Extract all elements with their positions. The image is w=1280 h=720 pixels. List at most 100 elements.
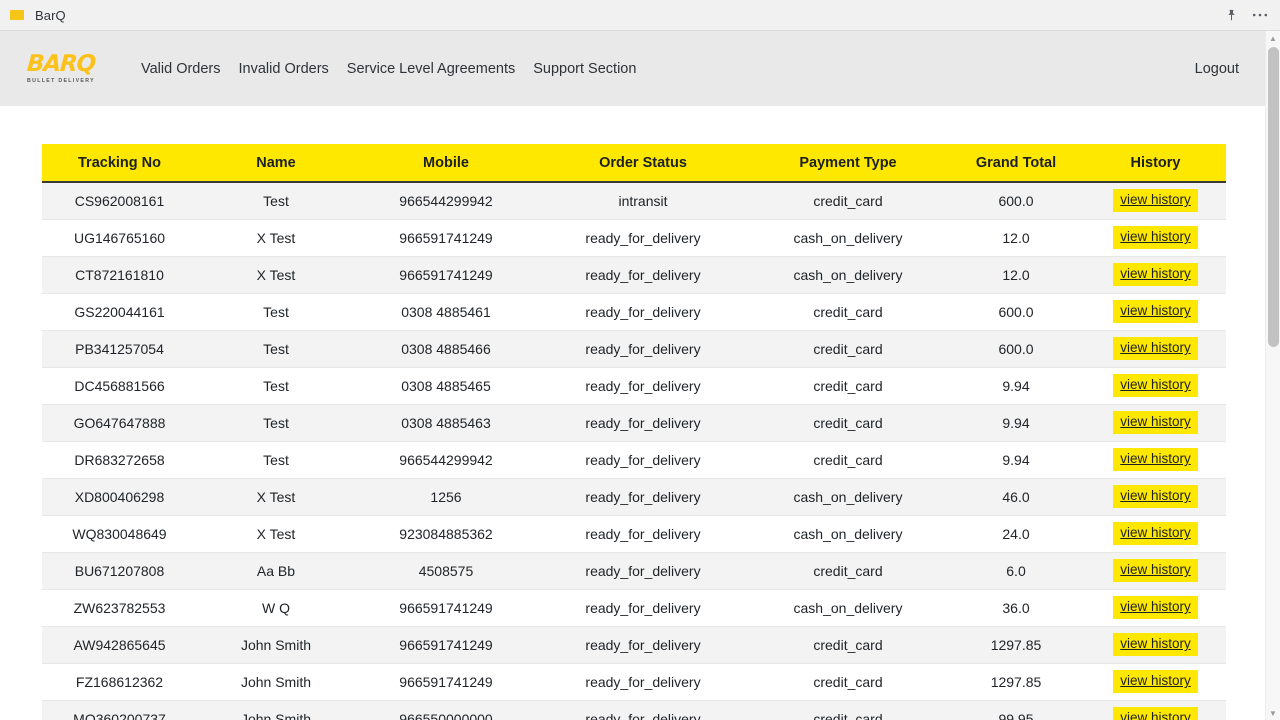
nav-item-valid-orders[interactable]: Valid Orders xyxy=(132,55,230,83)
cell-history: view history xyxy=(1085,477,1226,515)
brand-logo[interactable]: BARQ BULLET DELIVERY xyxy=(20,51,102,84)
column-header-tracking-no: Tracking No xyxy=(42,144,197,183)
cell-history: view history xyxy=(1085,403,1226,441)
cell-tracking-no: GO647647888 xyxy=(42,403,197,441)
cell-history: view history xyxy=(1085,218,1226,256)
scrollbar-thumb[interactable] xyxy=(1268,47,1279,347)
cell-mobile: 966591741249 xyxy=(355,218,537,256)
cell-tracking-no: ZW623782553 xyxy=(42,588,197,626)
cell-payment-type: cash_on_delivery xyxy=(749,588,947,626)
table-row: DC456881566 Test 0308 4885465 ready_for_del… xyxy=(42,366,1226,404)
view-history-link[interactable]: view history xyxy=(1113,189,1198,212)
cell-name: Test xyxy=(197,366,355,404)
cell-name: Test xyxy=(197,440,355,478)
cell-mobile: 0308 4885463 xyxy=(355,403,537,441)
logout-link[interactable]: Logout xyxy=(1193,55,1241,83)
cell-history: view history xyxy=(1085,329,1226,367)
view-history-link[interactable]: view history xyxy=(1113,263,1198,286)
column-header-mobile: Mobile xyxy=(355,144,537,183)
cell-grand-total: 1297.85 xyxy=(947,662,1085,700)
cell-name: W Q xyxy=(197,588,355,626)
cell-grand-total: 46.0 xyxy=(947,477,1085,515)
cell-tracking-no: BU671207808 xyxy=(42,551,197,589)
cell-history: view history xyxy=(1085,662,1226,700)
cell-history: view history xyxy=(1085,551,1226,589)
cell-tracking-no: FZ168612362 xyxy=(42,662,197,700)
view-history-link[interactable]: view history xyxy=(1113,300,1198,323)
cell-history: view history xyxy=(1085,699,1226,720)
window-title: BarQ xyxy=(35,7,66,23)
cell-mobile: 0308 4885465 xyxy=(355,366,537,404)
cell-payment-type: credit_card xyxy=(749,403,947,441)
cell-tracking-no: MO360200737 xyxy=(42,699,197,720)
cell-name: John Smith xyxy=(197,625,355,663)
cell-name: X Test xyxy=(197,255,355,293)
nav-item-invalid-orders[interactable]: Invalid Orders xyxy=(230,55,338,83)
nav-item-service-level-agreements[interactable]: Service Level Agreements xyxy=(338,55,524,83)
header-right-group: Logout xyxy=(1193,60,1241,78)
cell-grand-total: 600.0 xyxy=(947,292,1085,330)
view-history-link[interactable]: view history xyxy=(1113,337,1198,360)
cell-tracking-no: PB341257054 xyxy=(42,329,197,367)
cell-order-status: ready_for_delivery xyxy=(537,366,749,404)
cell-order-status: ready_for_delivery xyxy=(537,699,749,720)
cell-grand-total: 600.0 xyxy=(947,329,1085,367)
cell-payment-type: credit_card xyxy=(749,329,947,367)
cell-mobile: 966591741249 xyxy=(355,662,537,700)
view-history-link[interactable]: view history xyxy=(1113,374,1198,397)
cell-payment-type: credit_card xyxy=(749,366,947,404)
app-logo-icon xyxy=(10,10,24,20)
view-history-link[interactable]: view history xyxy=(1113,633,1198,656)
orders-table-body: CS962008161 Test 966544299942 intransit cred… xyxy=(42,181,1226,720)
cell-name: Test xyxy=(197,292,355,330)
table-row: XD800406298 X Test 1256 ready_for_delivery c… xyxy=(42,477,1226,515)
cell-grand-total: 36.0 xyxy=(947,588,1085,626)
cell-tracking-no: AW942865645 xyxy=(42,625,197,663)
cell-history: view history xyxy=(1085,514,1226,552)
table-row: PB341257054 Test 0308 4885466 ready_for_del… xyxy=(42,329,1226,367)
cell-mobile: 966550000000 xyxy=(355,699,537,720)
view-history-link[interactable]: view history xyxy=(1113,559,1198,582)
cell-tracking-no: DR683272658 xyxy=(42,440,197,478)
table-header-row: Tracking No Name Mobile Order Status Pay… xyxy=(42,144,1226,183)
table-row: AW942865645 John Smith 966591741249 ready_f… xyxy=(42,625,1226,663)
table-row: CS962008161 Test 966544299942 intransit cred… xyxy=(42,181,1226,219)
view-history-link[interactable]: view history xyxy=(1113,226,1198,249)
view-history-link[interactable]: view history xyxy=(1113,411,1198,434)
scroll-up-arrow-icon[interactable]: ▲ xyxy=(1266,31,1280,45)
orders-table-head: Tracking No Name Mobile Order Status Pay… xyxy=(42,144,1226,183)
view-history-link[interactable]: view history xyxy=(1113,522,1198,545)
cell-history: view history xyxy=(1085,255,1226,293)
view-history-link[interactable]: view history xyxy=(1113,448,1198,471)
pin-icon[interactable] xyxy=(1225,8,1238,22)
nav-item-support-section[interactable]: Support Section xyxy=(524,55,645,83)
cell-grand-total: 600.0 xyxy=(947,181,1085,219)
cell-history: view history xyxy=(1085,625,1226,663)
view-history-link[interactable]: view history xyxy=(1113,485,1198,508)
cell-history: view history xyxy=(1085,181,1226,219)
view-history-link[interactable]: view history xyxy=(1113,670,1198,693)
cell-payment-type: credit_card xyxy=(749,699,947,720)
cell-tracking-no: CT872161810 xyxy=(42,255,197,293)
table-row: WQ830048649 X Test 923084885362 ready_for_d… xyxy=(42,514,1226,552)
cell-mobile: 966544299942 xyxy=(355,440,537,478)
table-row: UG146765160 X Test 966591741249 ready_for_d… xyxy=(42,218,1226,256)
cell-tracking-no: DC456881566 xyxy=(42,366,197,404)
cell-grand-total: 9.94 xyxy=(947,440,1085,478)
scroll-down-arrow-icon[interactable]: ▼ xyxy=(1266,706,1280,720)
view-history-link[interactable]: view history xyxy=(1113,596,1198,619)
cell-tracking-no: XD800406298 xyxy=(42,477,197,515)
column-header-name: Name xyxy=(197,144,355,183)
cell-payment-type: credit_card xyxy=(749,662,947,700)
ellipsis-icon[interactable] xyxy=(1252,12,1268,18)
window-title-bar: BarQ xyxy=(0,0,1280,31)
vertical-scrollbar[interactable]: ▲ ▼ xyxy=(1265,31,1280,720)
window-title-group: BarQ xyxy=(10,8,66,23)
main-navigation: Valid Orders Invalid Orders Service Leve… xyxy=(132,55,645,83)
brand-logo-word: BARQ xyxy=(26,51,96,77)
cell-name: Test xyxy=(197,181,355,219)
table-row: ZW623782553 W Q 966591741249 ready_for_deli… xyxy=(42,588,1226,626)
cell-mobile: 923084885362 xyxy=(355,514,537,552)
view-history-link[interactable]: view history xyxy=(1113,707,1198,720)
page-viewport: BARQ BULLET DELIVERY Valid Orders Invali… xyxy=(0,31,1280,720)
